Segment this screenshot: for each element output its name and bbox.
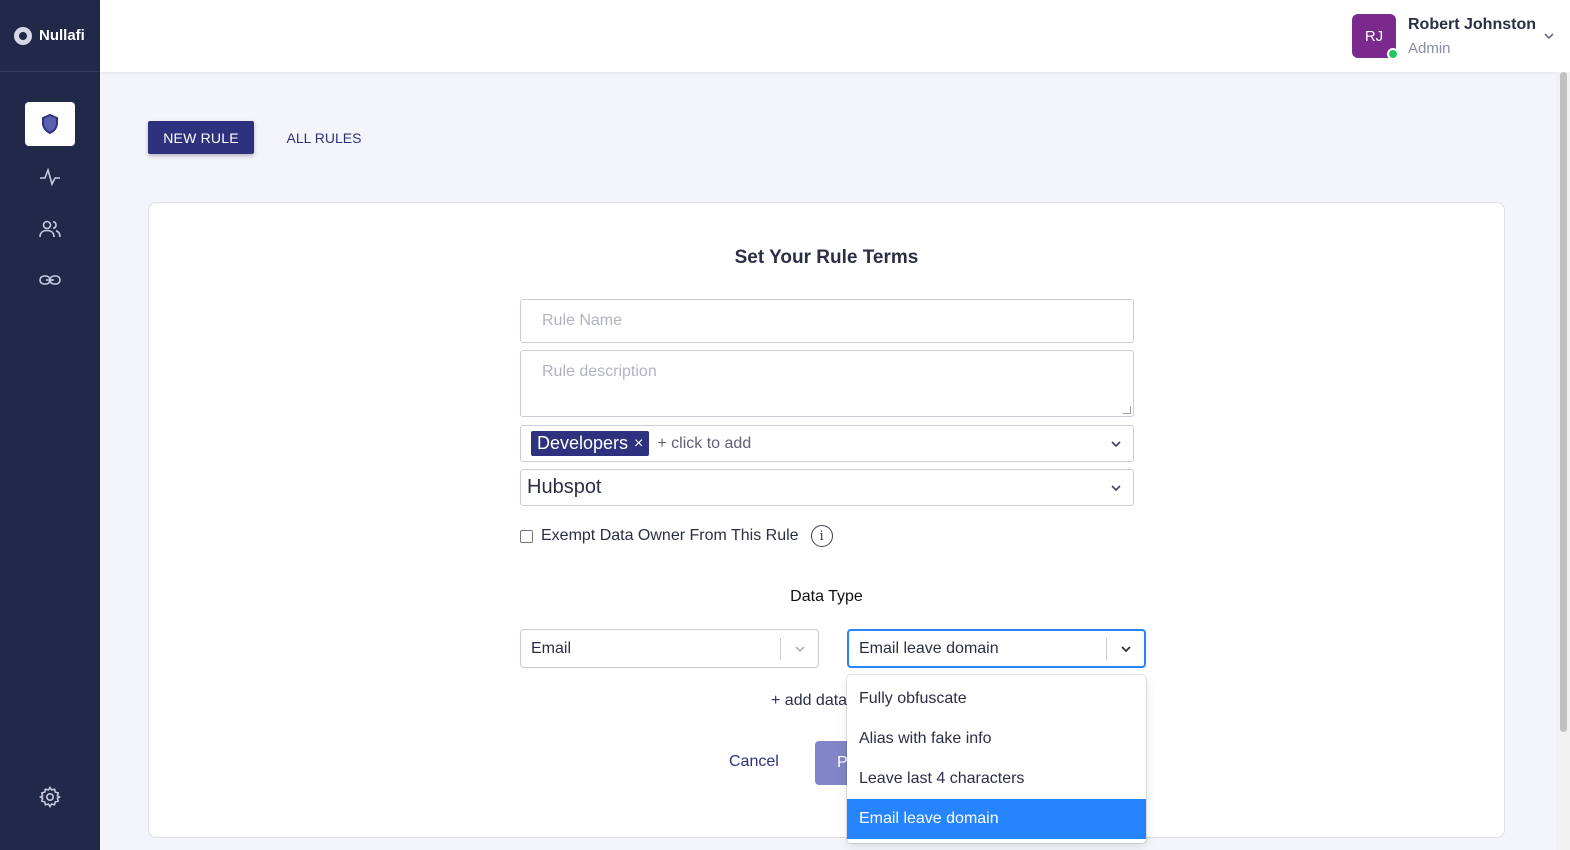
exempt-owner-row: Exempt Data Owner From This Rule i: [520, 525, 833, 547]
form-title: Set Your Rule Terms: [734, 247, 919, 268]
user-menu[interactable]: RJ Robert Johnston Admin: [1352, 14, 1556, 60]
menu-option[interactable]: Fully obfuscate: [847, 679, 1146, 719]
group-tag: Developers ×: [531, 431, 650, 456]
user-info: Robert Johnston Admin: [1408, 16, 1538, 57]
link-icon: [39, 275, 61, 285]
sidebar-item-users[interactable]: [25, 207, 75, 251]
data-type-label: Data Type: [790, 588, 863, 605]
chevron-down-icon[interactable]: [1542, 29, 1556, 43]
tab-new-rule[interactable]: NEW RULE: [148, 121, 254, 154]
app-select[interactable]: Hubspot: [520, 469, 1134, 506]
chevron-down-icon[interactable]: [1109, 437, 1123, 451]
page-scrollbar[interactable]: [1556, 72, 1570, 850]
chevron-down-icon[interactable]: [1109, 481, 1123, 495]
resize-handle[interactable]: [1123, 406, 1131, 414]
data-type-value: Email: [531, 639, 572, 657]
app-select-value: Hubspot: [527, 476, 602, 498]
sidebar-item-rules[interactable]: [25, 102, 75, 146]
sidebar: Nullafi: [0, 0, 100, 850]
sidebar-item-integrations[interactable]: [25, 258, 75, 302]
shield-icon: [42, 113, 58, 135]
activity-icon: [40, 167, 60, 187]
scrollbar-thumb[interactable]: [1560, 72, 1567, 732]
remove-tag-icon[interactable]: ×: [634, 435, 643, 453]
top-header: RJ Robert Johnston Admin: [100, 0, 1570, 72]
rule-form-card: Set Your Rule Terms Rule Name Rule descr…: [148, 202, 1505, 838]
tab-all-rules[interactable]: ALL RULES: [278, 121, 370, 154]
cancel-button[interactable]: Cancel: [729, 753, 779, 771]
menu-option[interactable]: Alias with fake info: [847, 719, 1146, 759]
chevron-down-icon[interactable]: [1107, 642, 1144, 656]
user-role: Admin: [1408, 39, 1451, 57]
gear-icon: [38, 786, 62, 808]
nullafi-logo-icon: [14, 26, 32, 45]
groups-multiselect[interactable]: Developers × + click to add: [520, 425, 1134, 462]
add-data-link[interactable]: + add data: [771, 692, 847, 710]
rule-description-placeholder: Rule description: [542, 363, 657, 380]
info-icon[interactable]: i: [810, 525, 833, 547]
add-group-text[interactable]: + click to add: [657, 435, 751, 453]
brand[interactable]: Nullafi: [0, 0, 100, 72]
brand-name: Nullafi: [39, 27, 85, 44]
exempt-owner-checkbox[interactable]: [520, 529, 533, 543]
avatar-initials: RJ: [1364, 27, 1384, 45]
rule-name-input[interactable]: Rule Name: [520, 299, 1134, 343]
exempt-owner-label[interactable]: Exempt Data Owner From This Rule: [541, 527, 799, 545]
users-icon: [39, 220, 61, 238]
avatar[interactable]: RJ: [1352, 14, 1399, 60]
obfuscation-method-value: Email leave domain: [859, 639, 999, 657]
obfuscation-method-select[interactable]: Email leave domain: [847, 629, 1146, 668]
online-status-icon: [1387, 48, 1399, 60]
sidebar-item-activity[interactable]: [25, 155, 75, 199]
rule-description-textarea[interactable]: Rule description: [520, 350, 1134, 417]
menu-option[interactable]: Leave last 4 characters: [847, 759, 1146, 799]
obfuscation-method-menu: Fully obfuscate Alias with fake info Lea…: [847, 675, 1146, 843]
sidebar-item-settings[interactable]: [25, 775, 75, 819]
group-tag-label: Developers: [537, 433, 629, 453]
menu-option-selected[interactable]: Email leave domain: [847, 799, 1146, 839]
user-name: Robert Johnston: [1408, 15, 1536, 33]
data-type-select[interactable]: Email: [520, 629, 819, 668]
chevron-down-icon[interactable]: [781, 642, 818, 656]
